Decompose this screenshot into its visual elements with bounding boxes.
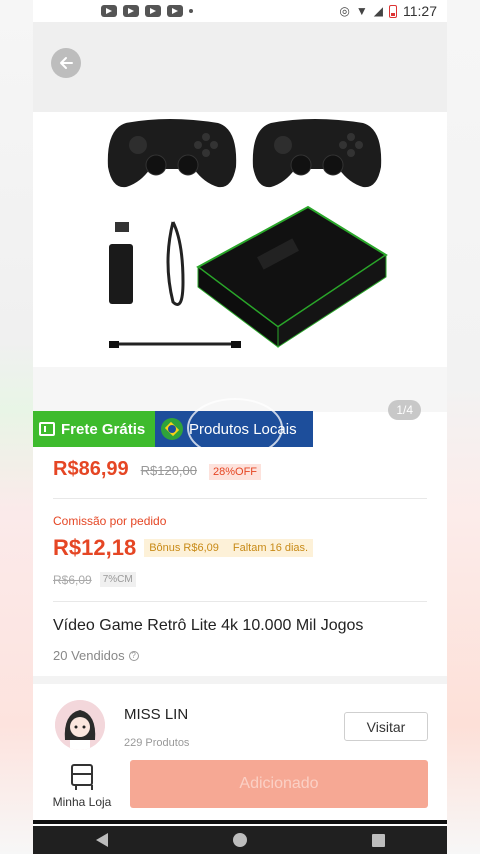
section-separator (33, 676, 447, 684)
youtube-notification-icon (101, 5, 117, 17)
shop-name[interactable]: MISS LIN (124, 706, 188, 723)
android-nav-bar (33, 826, 447, 854)
nav-back-icon[interactable] (95, 833, 108, 847)
commission-original-row: R$6,09 7%CM (53, 572, 136, 587)
back-button[interactable] (51, 48, 81, 78)
commission-value: R$12,18 (53, 535, 137, 560)
youtube-notification-icon (167, 5, 183, 17)
clock: 11:27 (403, 3, 437, 19)
bonus-tag: Bônus R$6,09 Faltam 16 dias. (144, 539, 314, 557)
free-shipping-badge: Frete Grátis (33, 411, 155, 447)
commission-original: R$6,09 (53, 572, 92, 587)
youtube-notification-icon (145, 5, 161, 17)
product-image (33, 112, 447, 367)
shop-product-count: 229 Produtos (124, 737, 190, 749)
commission-label: Comissão por pedido (53, 514, 167, 528)
battery-icon (389, 4, 397, 18)
commission-rate: 7%CM (99, 572, 136, 587)
notification-icons (101, 5, 193, 17)
added-button[interactable]: Adicionado (130, 760, 428, 808)
touch-indicator (187, 398, 283, 458)
product-title: Vídeo Game Retrô Lite 4k 10.000 Mil Jogo… (53, 617, 364, 634)
question-icon[interactable]: ? (128, 650, 139, 661)
youtube-notification-icon (123, 5, 139, 17)
brazil-flag-icon (161, 418, 183, 440)
wifi-icon: ▼ (355, 4, 368, 18)
nav-recent-icon[interactable] (371, 833, 385, 847)
commission-row: R$12,18 Bônus R$6,09 Faltam 16 dias. (53, 535, 314, 561)
phone-screen: ◎ ▼ ◢ 11:27 1/4 Frete Grátis Produtos Lo… (33, 0, 447, 854)
discount-badge: 28%OFF (209, 464, 262, 480)
price-row: R$86,99 R$120,00 28%OFF (53, 458, 262, 481)
product-gallery[interactable]: 1/4 (33, 22, 447, 420)
nav-home-icon[interactable] (232, 833, 247, 847)
system-icons: ◎ ▼ ◢ 11:27 (339, 3, 437, 19)
screen-edge (33, 820, 447, 824)
my-store-button[interactable]: Minha Loja (47, 764, 117, 809)
status-bar: ◎ ▼ ◢ 11:27 (33, 0, 447, 22)
ticket-icon (39, 422, 55, 436)
more-notifications-icon (189, 9, 193, 13)
my-store-label: Minha Loja (52, 795, 112, 809)
vibrate-icon: ◎ (339, 4, 350, 18)
visit-shop-button[interactable]: Visitar (344, 712, 428, 741)
divider (53, 498, 427, 499)
signal-icon: ◢ (373, 4, 383, 18)
original-price: R$120,00 (140, 463, 198, 478)
current-price: R$86,99 (53, 458, 129, 480)
back-arrow-icon (60, 57, 73, 69)
shop-avatar[interactable] (55, 700, 105, 750)
blurred-background-left (0, 0, 33, 854)
store-icon (71, 764, 93, 790)
image-counter: 1/4 (388, 400, 421, 420)
blurred-background-right (447, 0, 480, 854)
sold-count: 20 Vendidos ? (53, 648, 139, 663)
divider (53, 601, 427, 602)
